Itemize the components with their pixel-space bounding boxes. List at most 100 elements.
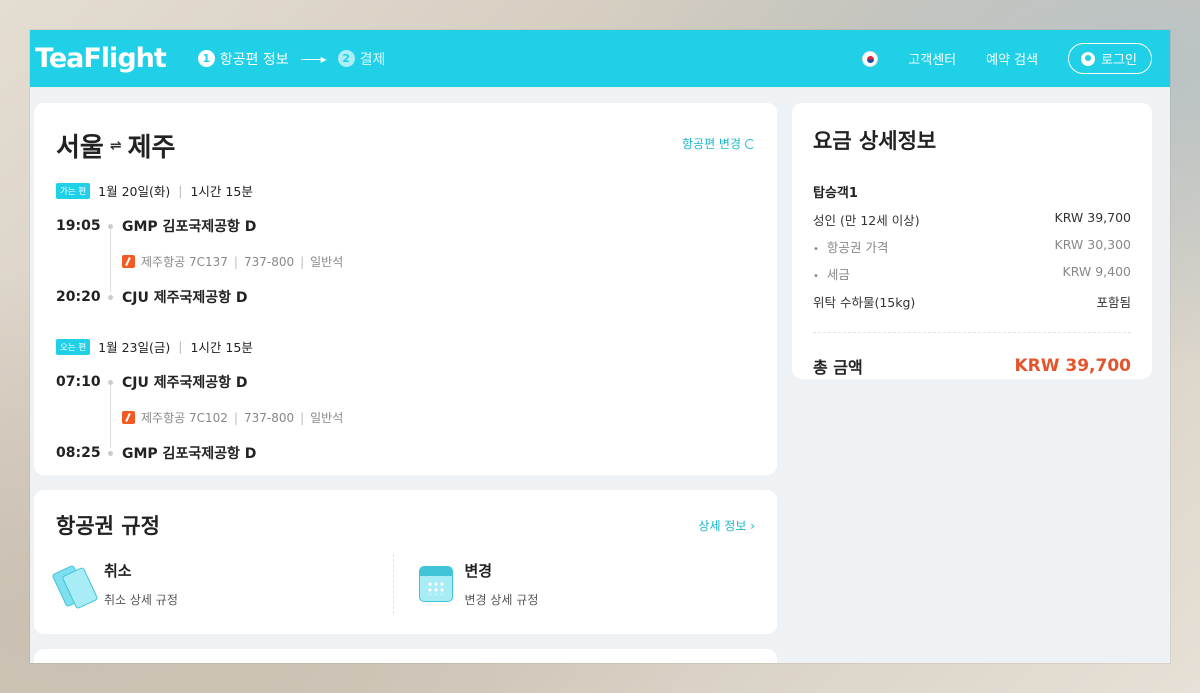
tax-label: 세금 — [813, 264, 850, 283]
timeline-dot — [108, 450, 113, 456]
cancel-rule-title: 취소 — [104, 562, 132, 580]
outbound-badge: 가는 편 — [56, 182, 91, 199]
divider: | — [178, 339, 183, 354]
inbound-itinerary: 07:10 CJU 제주국제공항 D 제주항공 7C102 | 737-800 … — [56, 372, 755, 463]
header-nav: 고객센터 예약 검색 로그인 — [862, 43, 1152, 74]
booking-window: TeaFlight 1 항공편 정보 ------▸ 2 결제 고객센터 예약 … — [30, 30, 1170, 663]
divider: | — [233, 410, 238, 425]
outbound-header: 가는 편 1월 20일(화) | 1시간 15분 — [56, 181, 755, 200]
outbound-duration: 1시간 15분 — [190, 184, 253, 199]
logo[interactable]: TeaFlight — [35, 43, 167, 74]
step-arrow-icon: ------▸ — [300, 51, 327, 66]
inbound-date: 1월 23일(금) — [98, 340, 171, 355]
step-number-icon: 2 — [337, 50, 355, 67]
user-icon — [1081, 51, 1096, 66]
ticket-price-row: 항공권 가격 KRW 30,300 — [813, 237, 1131, 256]
korea-flag-icon[interactable] — [862, 50, 879, 67]
change-flight-label: 항공편 변경 — [681, 137, 741, 151]
arrival-airport: GMP 김포국제공항 D — [122, 446, 257, 462]
total-value: KRW 39,700 — [1014, 356, 1131, 376]
change-flight-link[interactable]: 항공편 변경 — [682, 135, 755, 152]
total-label: 총 금액 — [813, 358, 863, 377]
ticket-price-value: KRW 30,300 — [1054, 237, 1131, 252]
tax-row: 세금 KRW 9,400 — [813, 264, 1131, 283]
inbound-header: 오는 편 1월 23일(금) | 1시간 15분 — [56, 337, 755, 356]
support-link[interactable]: 고객센터 — [908, 49, 956, 68]
ticket-price-label: 항공권 가격 — [813, 237, 888, 256]
timeline-line — [110, 384, 111, 448]
adult-value: KRW 39,700 — [1054, 210, 1131, 225]
refresh-icon — [745, 138, 755, 149]
divider: | — [300, 254, 305, 269]
divider: | — [300, 410, 305, 425]
flight-summary-card: 서울 ⇌ 제주 항공편 변경 가는 편 1월 20일(화) | 1시간 15분 … — [34, 103, 777, 475]
step-payment: 2 결제 — [337, 49, 386, 69]
rules-row: 취소 취소 상세 규정 변경 변경 상세 규정 — [56, 554, 756, 614]
departure-airport: CJU 제주국제공항 D — [122, 375, 248, 391]
aircraft: 737-800 — [243, 254, 295, 269]
baggage-row: 위탁 수하물(15kg) 포함됨 — [813, 292, 1131, 311]
origin-city: 서울 — [56, 133, 104, 163]
total-row: 총 금액 KRW 39,700 — [813, 354, 1131, 378]
rules-detail-link[interactable]: 상세 정보 › — [698, 517, 755, 534]
aircraft: 737-800 — [243, 410, 295, 425]
reservation-search-link[interactable]: 예약 검색 — [986, 49, 1038, 68]
inbound-departure: 07:10 CJU 제주국제공항 D — [56, 372, 755, 392]
airline-flight: 제주항공 7C102 — [141, 411, 228, 425]
rule-divider — [392, 554, 394, 614]
login-label: 로그인 — [1101, 53, 1137, 68]
jeju-air-logo-icon — [122, 255, 135, 268]
fare-divider — [813, 332, 1131, 333]
change-rule-sub: 변경 상세 규정 — [464, 593, 539, 607]
arrival-time: 08:25 — [56, 445, 101, 461]
step-label: 항공편 정보 — [219, 51, 289, 68]
step-number-icon: 1 — [197, 50, 215, 67]
cancel-rule[interactable]: 취소 취소 상세 규정 — [56, 560, 393, 614]
arrival-airport: CJU 제주국제공항 D — [122, 290, 248, 306]
fare-details-card: 요금 상세정보 탑승객1 성인 (만 12세 이상) KRW 39,700 항공… — [792, 103, 1152, 379]
timeline-dot — [108, 294, 113, 300]
inbound-carrier: 제주항공 7C102 | 737-800 | 일반석 — [56, 409, 755, 426]
next-card-partial — [34, 649, 777, 663]
tax-value: KRW 9,400 — [1062, 264, 1132, 279]
route-title: 서울 ⇌ 제주 — [56, 127, 755, 164]
outbound-carrier: 제주항공 7C137 | 737-800 | 일반석 — [56, 253, 755, 270]
outbound-arrival: 20:20 CJU 제주국제공항 D — [56, 287, 755, 307]
departure-airport: GMP 김포국제공항 D — [122, 219, 257, 235]
step-label: 결제 — [359, 51, 386, 68]
adult-fare-row: 성인 (만 12세 이상) KRW 39,700 — [813, 210, 1131, 229]
change-rule-title: 변경 — [464, 562, 493, 580]
divider: | — [178, 183, 183, 198]
departure-time: 19:05 — [56, 218, 101, 234]
destination-city: 제주 — [127, 133, 176, 163]
adult-label: 성인 (만 12세 이상) — [813, 213, 920, 228]
ticket-icon — [56, 564, 92, 604]
timeline-dot — [108, 379, 113, 385]
divider: | — [233, 254, 238, 269]
cabin-class: 일반석 — [310, 411, 344, 425]
swap-icon: ⇌ — [109, 137, 122, 154]
ticket-rules-card: 항공권 규정 상세 정보 › 취소 취소 상세 규정 변경 변경 상세 규정 — [34, 490, 777, 634]
calendar-icon — [418, 566, 453, 602]
rules-title: 항공권 규정 — [56, 514, 160, 538]
arrival-time: 20:20 — [56, 289, 101, 305]
fare-title: 요금 상세정보 — [813, 129, 937, 153]
top-bar: TeaFlight 1 항공편 정보 ------▸ 2 결제 고객센터 예약 … — [30, 30, 1170, 87]
baggage-value: 포함됨 — [1096, 295, 1131, 310]
outbound-departure: 19:05 GMP 김포국제공항 D — [56, 216, 755, 236]
progress-steps: 1 항공편 정보 ------▸ 2 결제 — [197, 49, 386, 69]
baggage-label: 위탁 수하물(15kg) — [813, 295, 916, 310]
timeline-line — [110, 228, 111, 292]
airline-flight: 제주항공 7C137 — [141, 255, 228, 269]
step-flight-info: 1 항공편 정보 — [197, 49, 289, 69]
outbound-date: 1월 20일(화) — [98, 184, 171, 199]
jeju-air-logo-icon — [122, 411, 135, 424]
cancel-rule-sub: 취소 상세 규정 — [104, 593, 178, 607]
inbound-arrival: 08:25 GMP 김포국제공항 D — [56, 443, 755, 463]
departure-time: 07:10 — [56, 374, 101, 390]
inbound-duration: 1시간 15분 — [190, 340, 253, 355]
inbound-badge: 오는 편 — [56, 338, 91, 355]
login-button[interactable]: 로그인 — [1068, 43, 1152, 74]
timeline-dot — [108, 223, 113, 229]
change-rule[interactable]: 변경 변경 상세 규정 — [418, 560, 756, 614]
